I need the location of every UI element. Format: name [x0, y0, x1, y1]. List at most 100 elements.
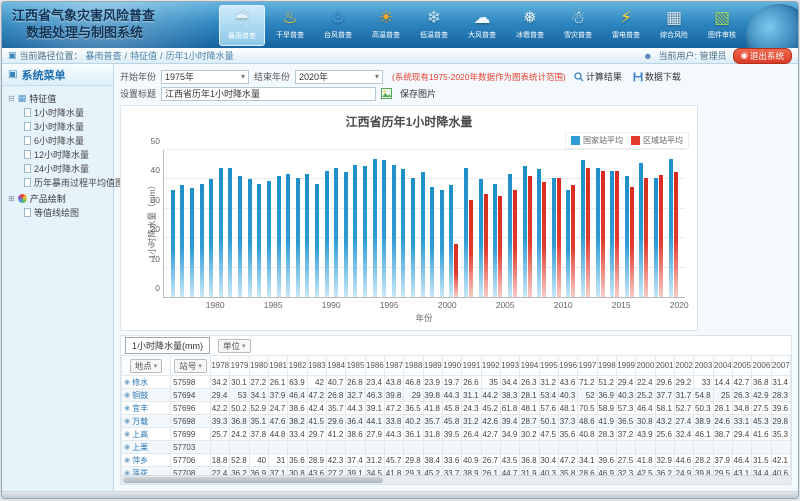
year-column-header: 1988 — [404, 356, 423, 376]
x-tick-label: 2000 — [438, 300, 457, 310]
value-cell — [732, 441, 751, 454]
station-id: 57699 — [171, 428, 211, 441]
tree-group-header-1[interactable]: ⊞产品绘制 — [8, 191, 111, 205]
bar-national — [523, 166, 527, 297]
bar-group-2015 — [596, 150, 605, 297]
page-icon — [24, 178, 31, 187]
station-radio-icon[interactable]: ◉ — [124, 456, 130, 464]
station-radio-icon[interactable]: ◉ — [124, 391, 130, 399]
toolbar-item-wind[interactable]: ☁大风普查 — [459, 5, 505, 46]
station-radio-icon[interactable]: ◉ — [124, 443, 130, 451]
calculate-button[interactable]: 计算结果 — [571, 69, 625, 84]
station-radio-icon[interactable]: ◉ — [124, 417, 130, 425]
value-cell — [752, 441, 771, 454]
station-id: 57696 — [171, 402, 211, 415]
table-row[interactable]: ◉宜丰5769642.250.252.924.738.642.435.744.3… — [122, 402, 791, 415]
sidebar-item[interactable]: 6小时降水量 — [8, 133, 111, 147]
chevron-down-icon: ▾ — [242, 342, 246, 350]
year-column-header: 2006 — [752, 356, 771, 376]
table-row[interactable]: ◉上高5769925.724.237.844.833.429.741.238.6… — [122, 428, 791, 441]
station-radio-icon[interactable]: ◉ — [124, 430, 130, 438]
station-name[interactable]: 铜鼓 — [132, 390, 148, 401]
logout-button[interactable]: ◉退出系统 — [733, 48, 792, 64]
toolbar-item-heat[interactable]: ☀高温普查 — [363, 5, 409, 46]
value-cell: 40.3 — [558, 389, 577, 402]
table-row[interactable]: ◉万载5769839.336.835.147.638.241.529.636.4… — [122, 415, 791, 428]
unit-filter-chip[interactable]: 单位▾ — [218, 339, 251, 353]
toolbar-item-drought[interactable]: ♨干旱普查 — [267, 5, 313, 46]
legend-swatch — [571, 136, 580, 145]
chart-title-input[interactable] — [161, 87, 376, 101]
sidebar-item[interactable]: 12小时降水量 — [8, 147, 111, 161]
breadcrumb-item-page[interactable]: 历年1小时降水量 — [166, 49, 234, 62]
station-radio-icon[interactable]: ◉ — [124, 378, 130, 386]
tree-group-label: 特征值 — [29, 92, 56, 105]
value-cell: 28.1 — [713, 402, 732, 415]
end-year-select[interactable]: 2020年▾ — [295, 70, 383, 84]
station-name[interactable]: 上栗 — [132, 442, 148, 453]
sidebar-item[interactable]: 3小时降水量 — [8, 119, 111, 133]
station-radio-icon[interactable]: ◉ — [124, 404, 130, 412]
horizontal-scrollbar[interactable] — [121, 475, 791, 484]
value-cell: 71.2 — [578, 376, 597, 389]
toolbar-item-snow[interactable]: ☃雪灾普查 — [555, 5, 601, 46]
download-button[interactable]: 数据下载 — [630, 69, 684, 84]
chevron-down-icon: ▾ — [241, 72, 245, 81]
toolbar-item-hail[interactable]: ❅冰雹普查 — [507, 5, 553, 46]
value-cell: 52.8 — [230, 454, 249, 467]
value-cell — [327, 441, 346, 454]
x-tick-label: 2010 — [554, 300, 573, 310]
value-cell: 42 — [307, 376, 326, 389]
bar-group-1981 — [219, 150, 223, 297]
sidebar-item[interactable]: 1小时降水量 — [8, 105, 111, 119]
table-row[interactable]: ◉修水5759834.230.127.226.163.94240.726.823… — [122, 376, 791, 389]
bar-group-1996 — [363, 150, 367, 297]
station-filter-chip[interactable]: 地点▾ — [130, 359, 163, 373]
bar-regional — [601, 171, 605, 297]
toolbar-item-cold[interactable]: ❄低温普查 — [411, 5, 457, 46]
table-row[interactable]: ◉萍乡5770618.852.8403135.628.942.337.431.2… — [122, 454, 791, 467]
value-cell: 50.3 — [694, 402, 713, 415]
toolbar-item-label: 台风普查 — [324, 31, 352, 40]
value-cell: 37.3 — [558, 415, 577, 428]
toolbar-item-risk[interactable]: ▦综合风险 — [651, 5, 697, 46]
toolbar-item-review[interactable]: ▧图件审核 — [699, 5, 745, 46]
table-row[interactable]: ◉铜鼓5769429.45334.137.946.447.226.832.746… — [122, 389, 791, 402]
path-bar: ▣ 当前路径位置： 暴雨普查/ 特征值/ 历年1小时降水量 ☻ 当前用户: 管理… — [2, 48, 798, 64]
expander-icon[interactable]: ⊟ — [8, 94, 15, 103]
bar-national — [248, 179, 252, 297]
bar-regional — [557, 178, 561, 297]
toolbar-item-typhoon[interactable]: ⚙台风普查 — [315, 5, 361, 46]
value-cell — [616, 441, 635, 454]
value-cell: 45.8 — [442, 415, 461, 428]
sidebar-item[interactable]: 等值线绘图 — [8, 205, 111, 219]
bar-national — [411, 178, 415, 297]
start-year-select[interactable]: 1975年▾ — [161, 70, 249, 84]
bar-regional — [659, 175, 663, 297]
station-name[interactable]: 宜丰 — [132, 403, 148, 414]
expander-icon[interactable]: ⊞ — [8, 194, 15, 203]
station-name[interactable]: 万载 — [132, 416, 148, 427]
window-footer — [2, 491, 798, 499]
data-table-panel: 1小时降水量(mm) 单位▾ 地点▾站号▾1978197919801981198… — [120, 335, 792, 485]
value-cell: 35.1 — [249, 415, 268, 428]
image-icon — [381, 88, 392, 99]
station-name[interactable]: 修水 — [132, 377, 148, 388]
station-name[interactable]: 上高 — [132, 429, 148, 440]
breadcrumb-label: 当前路径位置： — [20, 49, 83, 62]
toolbar-item-rainstorm[interactable]: ☔暴雨普查 — [219, 5, 265, 46]
value-cell: 40.9 — [462, 454, 481, 467]
value-cell: 25 — [713, 389, 732, 402]
stationid-filter-chip[interactable]: 站号▾ — [174, 359, 207, 373]
tree-group-header-0[interactable]: ⊟▦特征值 — [8, 91, 111, 105]
table-row[interactable]: ◉上栗57703 — [122, 441, 791, 454]
breadcrumb-item-module[interactable]: 暴雨普查 — [86, 49, 122, 62]
station-name[interactable]: 萍乡 — [132, 455, 148, 466]
toolbar-item-lightning[interactable]: ⚡雷电普查 — [603, 5, 649, 46]
sidebar-item[interactable]: 24小时降水量 — [8, 161, 111, 175]
breadcrumb-item-category[interactable]: 特征值 — [130, 49, 157, 62]
scrollbar-thumb[interactable] — [123, 477, 383, 483]
save-image-button[interactable]: 保存图片 — [397, 86, 439, 101]
sidebar-item[interactable]: 历年暴雨过程平均值图 — [8, 175, 111, 189]
value-cell: 28.7 — [520, 415, 539, 428]
